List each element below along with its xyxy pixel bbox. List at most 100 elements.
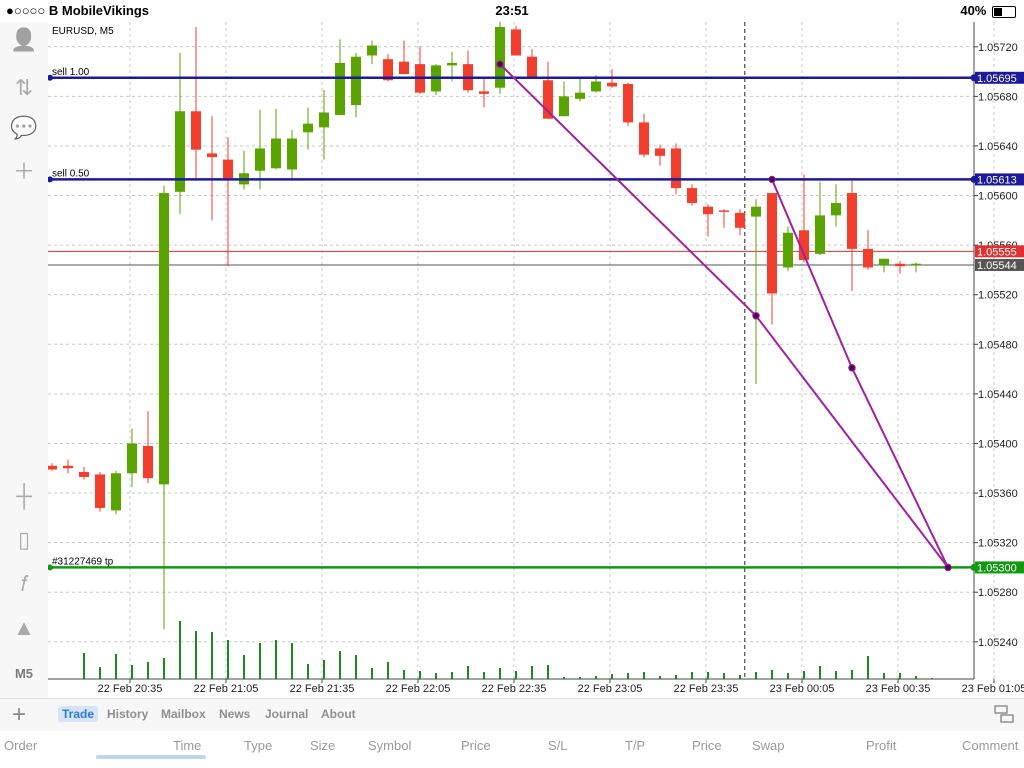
candle-body [63,465,73,469]
candle-body [399,61,409,75]
tab-history[interactable]: History [107,707,148,721]
trendline-point[interactable] [768,175,776,184]
candle-body [751,206,761,217]
candle-body [527,56,537,80]
objects-icon[interactable]: ▲ [10,614,38,642]
y-tick-label: 1.05600 [978,191,1018,203]
x-tick-label: 22 Feb 21:05 [194,683,259,695]
sort-indicator [96,755,206,759]
candle-body [95,474,105,508]
x-tick-label: 22 Feb 23:35 [674,683,739,695]
candle-body [607,82,617,87]
candle-body [767,193,777,294]
column-header-type-2[interactable]: Type [244,738,272,753]
candle-body [79,471,89,477]
candle-body [687,188,697,203]
candle-body [831,202,841,216]
price-chart[interactable]: 1.057201.056801.056401.056001.055601.055… [48,22,1024,698]
order-price-tag-text: 1.05613 [977,174,1017,186]
candle-body [48,465,57,470]
chart-type-icon[interactable]: ▯ [10,526,38,554]
left-toolbar: 👤 ⇅ 💬 ＋ ┼ ▯ 𝑓 ▲ M5 [0,22,49,698]
tab-trade[interactable]: Trade [58,706,99,722]
column-header-size-3[interactable]: Size [310,738,335,753]
candle-body [879,258,889,265]
candle-body [303,123,313,133]
trendline-point[interactable] [496,60,504,68]
column-header-tp-7[interactable]: T/P [625,738,645,753]
candle-body [111,473,121,511]
layout-icon[interactable] [994,705,1014,723]
tab-news[interactable]: News [219,707,250,721]
tab-mailbox[interactable]: Mailbox [161,707,206,721]
candle-body [591,81,601,92]
order-line-label: #31227469 tp [52,556,114,567]
candle-body [287,138,297,170]
column-header-price-5[interactable]: Price [461,738,491,753]
column-header-price-8[interactable]: Price [692,738,722,753]
candle-body [223,159,233,179]
chat-icon[interactable]: 💬 [10,114,38,142]
candle-body [847,193,857,249]
candle-body [191,111,201,150]
candle-body [783,232,793,268]
column-header-time-1[interactable]: Time [173,738,201,753]
trendline-point[interactable] [752,312,760,320]
column-header-order-0[interactable]: Order [4,738,37,753]
candle-body [351,56,361,106]
ask-price-tag-text: 1.05555 [977,246,1017,258]
bottom-tab-bar: + Trade History Mailbox News Journal About [0,698,1024,731]
trade-table-header: Order Time Type Size Symbol Price S/L T/P Price S… [0,731,1024,768]
candle-body [863,248,873,268]
column-header-sl-6[interactable]: S/L [548,738,568,753]
y-tick-label: 1.05640 [978,141,1018,153]
candle-body [815,215,825,254]
candle-body [159,193,169,485]
x-tick-label: 22 Feb 22:05 [386,683,451,695]
column-header-profit-10[interactable]: Profit [866,738,896,753]
candle-body [511,29,521,56]
candle-body [335,62,345,115]
account-icon[interactable]: 👤 [10,26,38,54]
status-bar: ●○○○○ B MobileVikings 23:51 40% [0,0,1024,22]
y-tick-label: 1.05320 [978,538,1018,550]
candle-body [735,212,745,228]
add-icon[interactable]: + [12,701,26,729]
y-tick-label: 1.05480 [978,339,1018,351]
trendline-point[interactable] [848,364,856,372]
column-header-comment-11[interactable]: Comment [962,738,1018,753]
candle-body [911,263,921,266]
y-tick-label: 1.05280 [978,587,1018,599]
clock: 23:51 [495,3,529,18]
crosshair-icon[interactable]: ┼ [10,482,38,510]
candle-body [143,445,153,479]
column-header-symbol-4[interactable]: Symbol [368,738,411,753]
indicators-icon[interactable]: 𝑓 [10,570,38,598]
x-tick-label: 22 Feb 21:35 [290,683,355,695]
order-line-label: sell 1.00 [52,67,90,78]
battery-percent: 40% [960,3,987,18]
candle-body [543,80,553,119]
quotes-icon[interactable]: ⇅ [10,74,38,102]
new-order-icon[interactable]: ＋ [10,158,38,186]
candle-body [703,206,713,215]
candle-body [559,96,569,117]
candle-body [447,62,457,66]
candle-body [207,153,217,158]
order-price-tag-text: 1.05300 [977,562,1017,574]
trendline-point[interactable] [944,563,952,572]
candle-body [639,122,649,155]
order-price-tag-text: 1.05695 [977,73,1017,85]
battery-icon [992,5,1016,18]
x-tick-label: 22 Feb 20:35 [98,683,163,695]
candle-body [479,91,489,94]
x-tick-label: 23 Feb 01:05 [962,683,1024,695]
y-tick-label: 1.05360 [978,488,1018,500]
y-tick-label: 1.05240 [978,637,1018,649]
timeframe-button[interactable]: M5 [10,660,38,688]
tab-about[interactable]: About [321,707,356,721]
column-header-swap-9[interactable]: Swap [752,738,785,753]
y-tick-label: 1.05400 [978,438,1018,450]
tab-journal[interactable]: Journal [265,707,308,721]
battery-status: 40% [960,3,1016,18]
